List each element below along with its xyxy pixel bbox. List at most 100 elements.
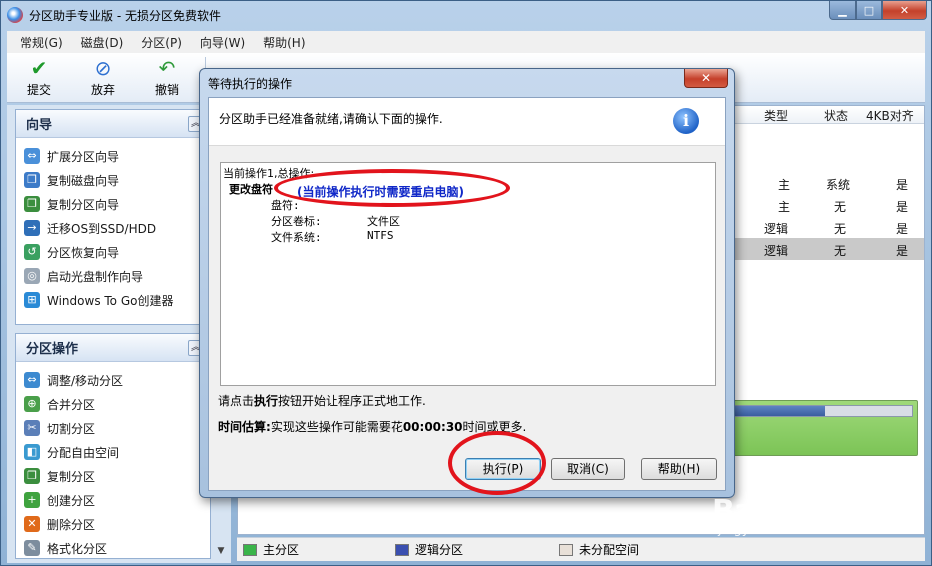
wizard-item-copy-disk[interactable]: ❐ 复制磁盘向导 [24,168,210,192]
bootdisk-icon: ◎ [24,268,40,284]
menu-disk[interactable]: 磁盘(D) [72,34,133,51]
wizard-item-migrate[interactable]: → 迁移OS到SSD/HDD [24,216,210,240]
close-button[interactable]: ✕ [882,1,927,20]
format-icon: ✎ [24,540,40,556]
unallocated-swatch [559,543,574,556]
menu-help[interactable]: 帮助(H) [254,34,314,51]
partition-item-label: 合并分区 [47,397,96,412]
column-4kb-aligned[interactable]: 4KB对齐 [866,107,914,124]
cell-status: 系统 [826,178,851,192]
windows-icon: ⊞ [24,292,40,308]
column-status[interactable]: 状态 [824,107,848,124]
resize-icon: ⇔ [24,372,40,388]
migrate-icon: → [24,220,40,236]
cell-type: 逻辑 [764,222,789,236]
cell-aligned: 是 [896,244,909,258]
partition-item-resize[interactable]: ⇔ 调整/移动分区 [24,368,210,392]
dialog-close-button[interactable]: ✕ [684,69,728,88]
menu-wizard[interactable]: 向导(W) [191,34,254,51]
partition-item-merge[interactable]: ⊕ 合并分区 [24,392,210,416]
legend-label: 未分配空间 [579,543,640,557]
disk-partition-bar[interactable] [708,400,918,456]
window-controls: ▁ □ ✕ [829,1,927,20]
partition-panel-header[interactable]: 分区操作 ︽ [16,334,210,362]
window-title: 分区助手专业版 - 无损分区免费软件 [29,8,221,23]
wizard-item-copy-partition[interactable]: ❐ 复制分区向导 [24,192,210,216]
partition-item-split[interactable]: ✂ 切割分区 [24,416,210,440]
undo-button[interactable]: ↶ 撤销 [135,53,199,101]
annotation-ellipse-execute [448,431,546,495]
partition-item-label: 复制分区 [47,469,96,484]
partition-panel: 分区操作 ︽ ⇔ 调整/移动分区 ⊕ 合并分区 ✂ 切割分区 ◧ 分配自由空间 ❐ 复制分… [15,333,211,559]
partition-item-delete[interactable]: ✕ 删除分区 [24,512,210,536]
partition-item-label: 分配自由空间 [47,445,120,460]
wizard-item-label: 迁移OS到SSD/HDD [47,221,157,236]
delete-icon: ✕ [24,516,40,532]
wizard-item-recover[interactable]: ↺ 分区恢复向导 [24,240,210,264]
dialog-title[interactable]: 等待执行的操作 [208,75,292,92]
menu-bar: 常规(G) 磁盘(D) 分区(P) 向导(W) 帮助(H) [7,31,925,53]
legend-label: 主分区 [263,543,300,557]
disk-usage-bar [713,405,913,417]
cell-aligned: 是 [896,222,909,236]
partition-item-label: 删除分区 [47,517,96,532]
merge-icon: ⊕ [24,396,40,412]
commit-button[interactable]: ✔ 提交 [7,53,71,101]
maximize-button[interactable]: □ [856,1,882,20]
partition-item-label: 格式化分区 [47,541,108,556]
column-type[interactable]: 类型 [764,107,788,124]
op-detail-key: 分区卷标: [271,215,322,228]
estimate-time: 00:00:30 [402,420,463,434]
cell-status: 无 [834,222,847,236]
cell-type: 主 [778,200,791,214]
create-icon: + [24,492,40,508]
help-button[interactable]: 帮助(H) [641,458,717,480]
cancel-button[interactable]: 取消(C) [551,458,625,480]
title-bar[interactable]: 分区助手专业版 - 无损分区免费软件 ▁ □ ✕ [1,1,931,29]
scroll-down-icon[interactable]: ▼ [213,543,229,559]
cell-type: 主 [778,178,791,192]
wizard-panel-title: 向导 [26,118,53,133]
wizard-item-label: 启动光盘制作向导 [47,269,144,284]
hint-bold: 执行 [254,394,279,408]
cell-status: 无 [834,200,847,214]
discard-icon: ⊘ [94,56,112,80]
logical-swatch [395,543,410,556]
wizard-item-extend[interactable]: ⇔ 扩展分区向导 [24,144,210,168]
undo-icon: ↶ [158,56,176,80]
wizard-item-windows-to-go[interactable]: ⊞ Windows To Go创建器 [24,288,210,312]
undo-label: 撤销 [154,83,179,97]
commit-label: 提交 [26,83,51,97]
partition-item-allocate[interactable]: ◧ 分配自由空间 [24,440,210,464]
minimize-button[interactable]: ▁ [829,1,856,20]
estimate-prefix: 实现这些操作可能需要花 [270,420,403,434]
wizard-item-label: Windows To Go创建器 [47,293,174,308]
partition-item-label: 调整/移动分区 [47,373,124,388]
execute-hint: 请点击执行按钮开始让程序正式地工作. [218,392,426,409]
op-detail-value: 文件区 [367,215,400,228]
watermark-url: jingyan.baidu.com [718,522,838,537]
wizard-item-label: 复制分区向导 [47,197,120,212]
op-detail-key: 文件系统: [271,231,322,244]
menu-partition[interactable]: 分区(P) [132,34,191,51]
partition-item-copy[interactable]: ❐ 复制分区 [24,464,210,488]
partition-item-create[interactable]: + 创建分区 [24,488,210,512]
info-icon: i [673,108,699,134]
split-icon: ✂ [24,420,40,436]
wizard-item-bootdisk[interactable]: ◎ 启动光盘制作向导 [24,264,210,288]
annotation-ellipse-note [274,169,510,207]
partition-panel-title: 分区操作 [26,342,79,357]
primary-swatch [243,543,257,556]
discard-label: 放弃 [90,83,115,97]
legend-logical: 逻辑分区 [395,541,463,558]
menu-general[interactable]: 常规(G) [11,34,72,51]
op-detail-value: NTFS [367,229,394,242]
wizard-panel-header[interactable]: 向导 ︽ [16,110,210,138]
partition-item-format[interactable]: ✎ 格式化分区 [24,536,210,560]
discard-button[interactable]: ⊘ 放弃 [71,53,135,101]
wizard-panel: 向导 ︽ ⇔ 扩展分区向导 ❐ 复制磁盘向导 ❐ 复制分区向导 → 迁移OS到SSD/H… [15,109,211,325]
pending-operations-dialog: 等待执行的操作 ✕ 分区助手已经准备就绪,请确认下面的操作. i 当前操作1,总… [199,68,735,498]
cell-type: 逻辑 [764,244,789,258]
allocate-icon: ◧ [24,444,40,460]
hint-prefix: 请点击 [218,394,255,408]
